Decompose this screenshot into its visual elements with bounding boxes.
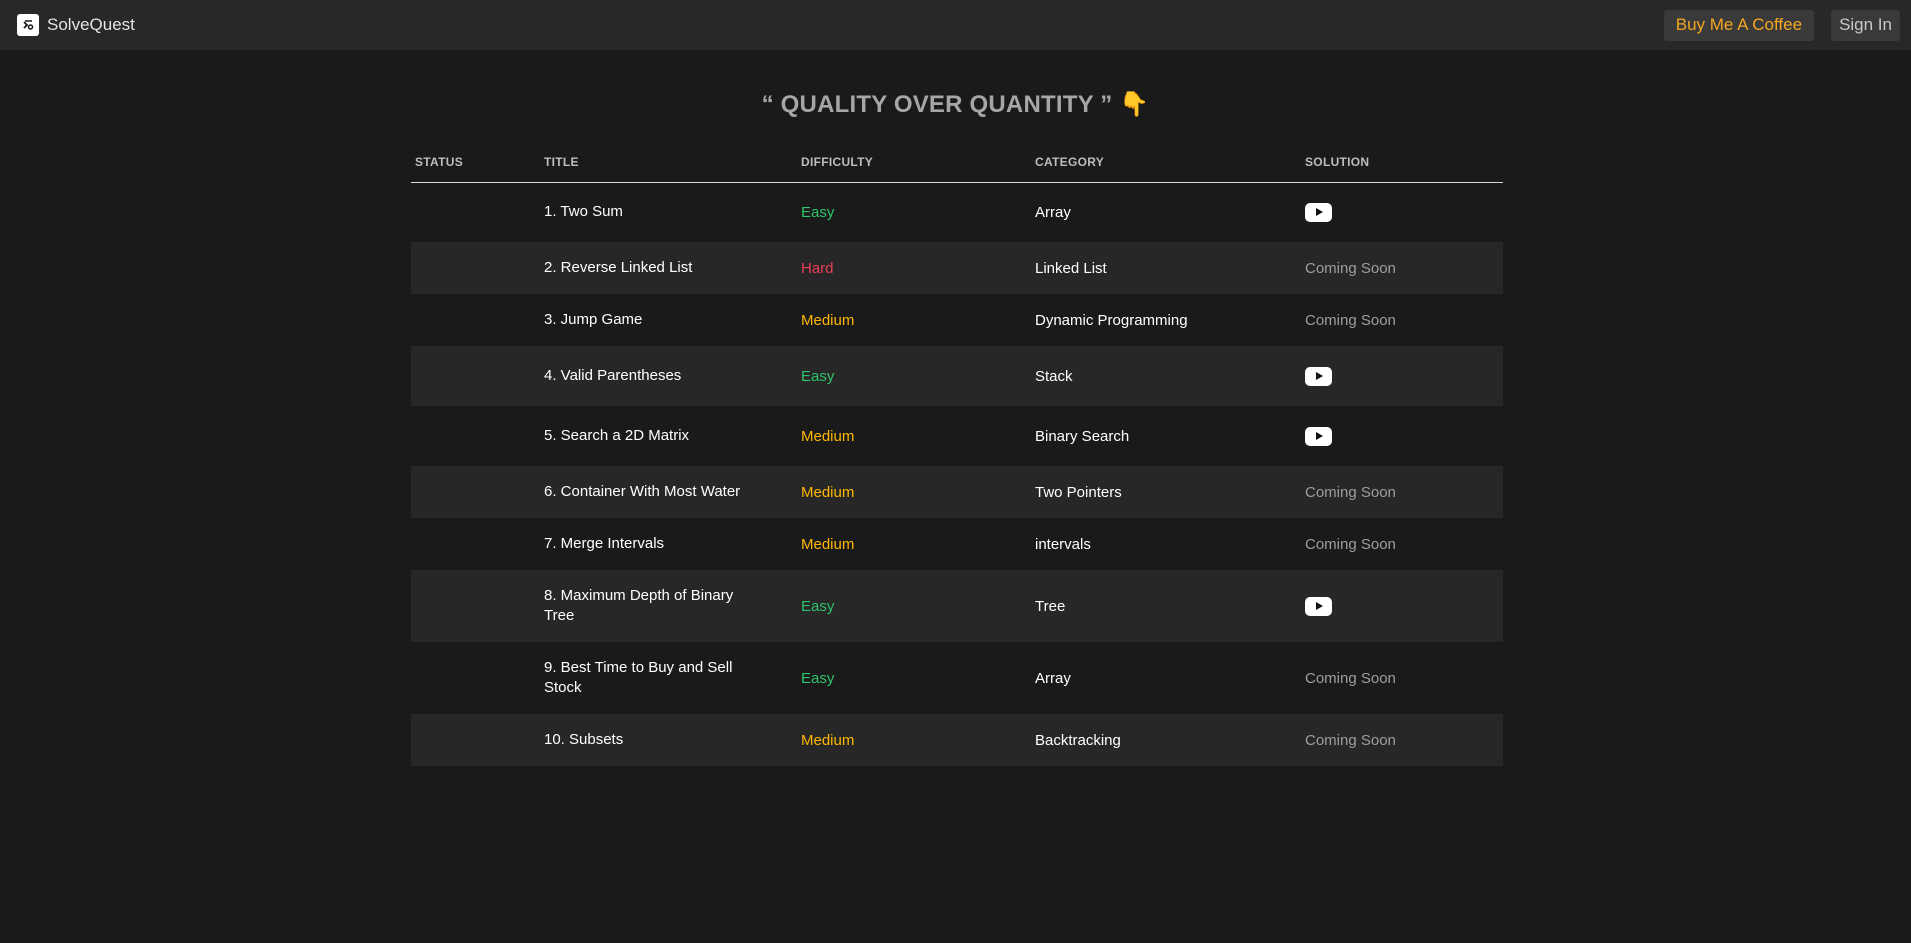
category-cell: Dynamic Programming	[1035, 311, 1188, 329]
table-row: 8. Maximum Depth of Binary Tree Easy Tre…	[411, 570, 1503, 642]
difficulty-badge: Easy	[801, 203, 835, 221]
category-cell: Array	[1035, 669, 1071, 687]
category-cell: Binary Search	[1035, 427, 1130, 445]
table-row: 3. Jump Game Medium Dynamic Programming …	[411, 294, 1503, 346]
problem-title-link[interactable]: 3. Jump Game	[544, 294, 801, 346]
difficulty-badge: Medium	[801, 427, 855, 445]
youtube-icon[interactable]	[1305, 202, 1332, 222]
difficulty-badge: Easy	[801, 367, 835, 385]
solution-cell	[1305, 570, 1503, 642]
solution-coming-soon: Coming Soon	[1305, 535, 1396, 553]
column-header-status: STATUS	[411, 143, 544, 183]
column-header-solution: SOLUTION	[1305, 143, 1503, 183]
problems-table: STATUS TITLE DIFFICULTY CATEGORY SOLUTIO…	[411, 143, 1503, 766]
youtube-icon[interactable]	[1305, 426, 1332, 446]
status-cell[interactable]	[411, 406, 544, 466]
difficulty-badge: Medium	[801, 535, 855, 553]
table-row: 10. Subsets Medium Backtracking Coming S…	[411, 714, 1503, 766]
column-header-difficulty: DIFFICULTY	[801, 143, 1035, 183]
category-cell: Two Pointers	[1035, 483, 1122, 501]
problems-table-container: STATUS TITLE DIFFICULTY CATEGORY SOLUTIO…	[411, 143, 1503, 766]
status-cell[interactable]	[411, 714, 544, 766]
sign-in-button[interactable]: Sign In	[1831, 9, 1900, 41]
table-row: 9. Best Time to Buy and Sell Stock Easy …	[411, 642, 1503, 714]
column-header-title: TITLE	[544, 143, 801, 183]
solution-coming-soon: Coming Soon	[1305, 731, 1396, 749]
problem-title-link[interactable]: 8. Maximum Depth of Binary Tree	[544, 570, 801, 642]
difficulty-badge: Medium	[801, 311, 855, 329]
problem-title-link[interactable]: 10. Subsets	[544, 714, 801, 766]
problem-title-link[interactable]: 7. Merge Intervals	[544, 518, 801, 570]
difficulty-badge: Easy	[801, 597, 835, 615]
difficulty-badge: Medium	[801, 731, 855, 749]
table-row: 4. Valid Parentheses Easy Stack	[411, 346, 1503, 406]
problem-title-link[interactable]: 5. Search a 2D Matrix	[544, 406, 801, 466]
status-cell[interactable]	[411, 466, 544, 518]
buy-me-a-coffee-button[interactable]: Buy Me A Coffee	[1663, 9, 1815, 41]
top-navbar: SolveQuest Buy Me A Coffee Sign In	[0, 0, 1911, 50]
brand-name: SolveQuest	[47, 15, 135, 34]
solution-coming-soon: Coming Soon	[1305, 669, 1396, 687]
solution-coming-soon: Coming Soon	[1305, 259, 1396, 277]
page-headline: “ QUALITY OVER QUANTITY ” 👇	[0, 90, 1911, 119]
status-cell[interactable]	[411, 570, 544, 642]
problem-title-link[interactable]: 9. Best Time to Buy and Sell Stock	[544, 642, 801, 714]
headline-text: “ QUALITY OVER QUANTITY ”	[761, 91, 1113, 118]
problem-title-link[interactable]: 1. Two Sum	[544, 182, 801, 242]
solvequest-logo-icon	[17, 14, 39, 36]
solution-cell	[1305, 182, 1503, 242]
table-row: 5. Search a 2D Matrix Medium Binary Sear…	[411, 406, 1503, 466]
table-row: 1. Two Sum Easy Array	[411, 182, 1503, 242]
status-cell[interactable]	[411, 346, 544, 406]
category-cell: intervals	[1035, 535, 1091, 553]
category-cell: Tree	[1035, 597, 1066, 615]
status-cell[interactable]	[411, 242, 544, 294]
problem-title-link[interactable]: 4. Valid Parentheses	[544, 346, 801, 406]
solution-coming-soon: Coming Soon	[1305, 483, 1396, 501]
pointing-down-icon: 👇	[1119, 91, 1150, 118]
brand[interactable]: SolveQuest	[17, 14, 135, 36]
problem-title-link[interactable]: 2. Reverse Linked List	[544, 242, 801, 294]
table-row: 6. Container With Most Water Medium Two …	[411, 466, 1503, 518]
solution-cell	[1305, 346, 1503, 406]
status-cell[interactable]	[411, 518, 544, 570]
solution-coming-soon: Coming Soon	[1305, 311, 1396, 329]
category-cell: Backtracking	[1035, 731, 1121, 749]
category-cell: Stack	[1035, 367, 1073, 385]
difficulty-badge: Easy	[801, 669, 835, 687]
table-row: 2. Reverse Linked List Hard Linked List …	[411, 242, 1503, 294]
status-cell[interactable]	[411, 182, 544, 242]
column-header-category: CATEGORY	[1035, 143, 1305, 183]
youtube-icon[interactable]	[1305, 366, 1332, 386]
difficulty-badge: Hard	[801, 259, 834, 277]
category-cell: Linked List	[1035, 259, 1107, 277]
status-cell[interactable]	[411, 294, 544, 346]
category-cell: Array	[1035, 203, 1071, 221]
problem-title-link[interactable]: 6. Container With Most Water	[544, 466, 801, 518]
table-row: 7. Merge Intervals Medium intervals Comi…	[411, 518, 1503, 570]
difficulty-badge: Medium	[801, 483, 855, 501]
solution-cell	[1305, 406, 1503, 466]
table-header-row: STATUS TITLE DIFFICULTY CATEGORY SOLUTIO…	[411, 143, 1503, 183]
status-cell[interactable]	[411, 642, 544, 714]
youtube-icon[interactable]	[1305, 596, 1332, 616]
